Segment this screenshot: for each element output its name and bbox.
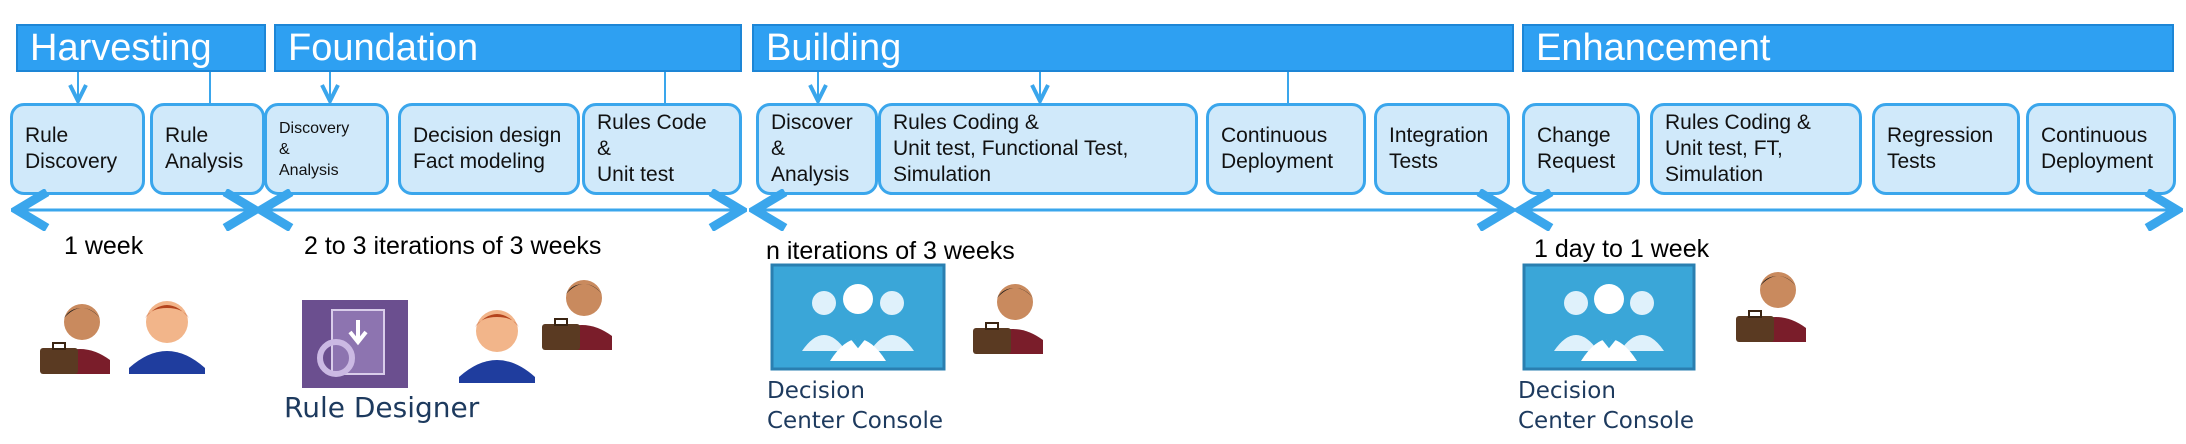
duration-enhancement: 1 day to 1 week — [1534, 235, 1710, 263]
business-person-icon — [542, 280, 612, 350]
analyst-person-icon — [129, 301, 205, 374]
duration-harvesting: 1 week — [64, 232, 144, 260]
tool-label-rule-designer: Rule Designer — [284, 391, 480, 424]
business-person-icon — [1736, 272, 1806, 342]
rule-designer-icon — [302, 300, 408, 388]
tool-label-decision-center-enhancement: Decision Center Console — [1518, 378, 1695, 434]
business-person-icon — [973, 284, 1043, 354]
duration-foundation: 2 to 3 iterations of 3 weeks — [304, 232, 602, 260]
business-person-icon — [40, 304, 110, 374]
tool-label-decision-center-building: Decision Center Console — [767, 378, 944, 434]
decision-center-console-icon — [1522, 263, 1696, 371]
diagram-graphics — [0, 72, 2186, 388]
decision-center-console-icon — [770, 263, 946, 371]
duration-building: n iterations of 3 weeks — [766, 237, 1015, 265]
header-connectors — [78, 72, 1289, 103]
analyst-person-icon — [459, 310, 535, 383]
